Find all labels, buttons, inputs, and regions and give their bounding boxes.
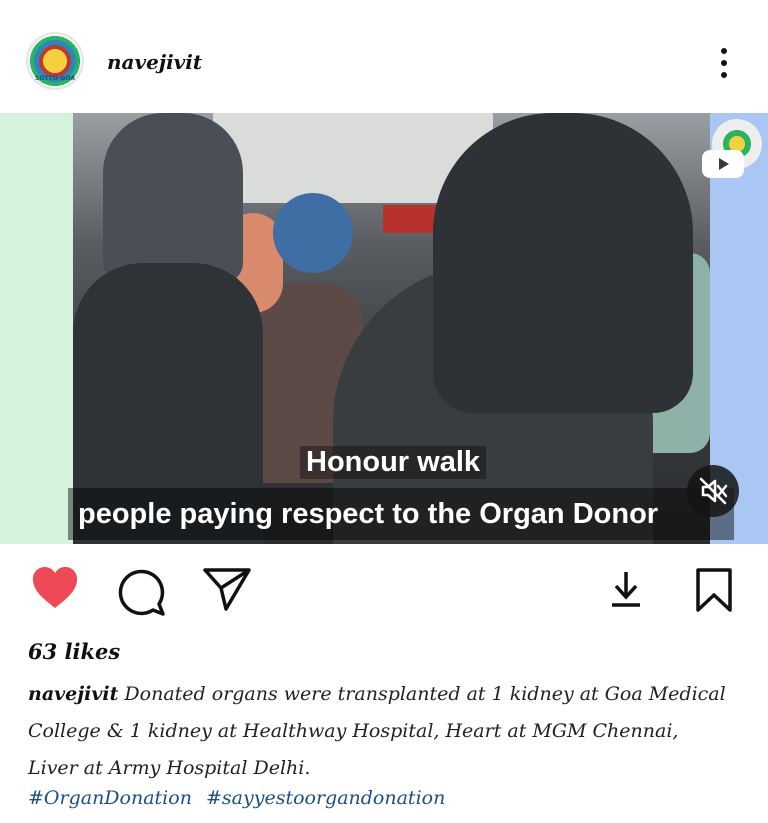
post-caption: navejivit Donated organs were transplant… [28, 676, 728, 787]
download-icon[interactable] [608, 570, 644, 612]
post-media[interactable]: Honour walk people paying respect to the… [0, 113, 768, 544]
like-count[interactable]: 63 likes [28, 639, 120, 664]
hashtags: #OrganDonation #sayyestoorgandonation [28, 787, 453, 809]
bookmark-icon[interactable] [694, 568, 734, 616]
more-vertical-icon[interactable] [710, 44, 738, 82]
muted-speaker-icon[interactable] [687, 465, 739, 517]
video-figure [273, 193, 353, 273]
post-header: SOTTO-GOA navejivit [0, 0, 768, 113]
avatar-text: SOTTO-GOA [35, 75, 75, 82]
send-icon[interactable] [202, 566, 252, 616]
hashtag[interactable]: #sayyestoorgandonation [206, 787, 445, 809]
video-figure [103, 113, 243, 283]
video-frame[interactable] [73, 113, 710, 544]
username[interactable]: navejivit [107, 50, 202, 74]
caption-body: Donated organs were transplanted at 1 ki… [28, 683, 726, 779]
caption-username[interactable]: navejivit [28, 683, 118, 705]
action-bar [0, 544, 768, 638]
left-panel [0, 113, 73, 544]
video-figure [433, 113, 693, 413]
hashtag[interactable]: #OrganDonation [28, 787, 192, 809]
reels-icon[interactable] [702, 150, 744, 178]
avatar[interactable]: SOTTO-GOA [26, 32, 84, 90]
video-caption-line1: Honour walk [300, 446, 487, 479]
heart-icon[interactable] [31, 566, 79, 614]
video-caption-line2: people paying respect to the Organ Donor [68, 488, 734, 540]
comment-icon[interactable] [115, 566, 167, 620]
